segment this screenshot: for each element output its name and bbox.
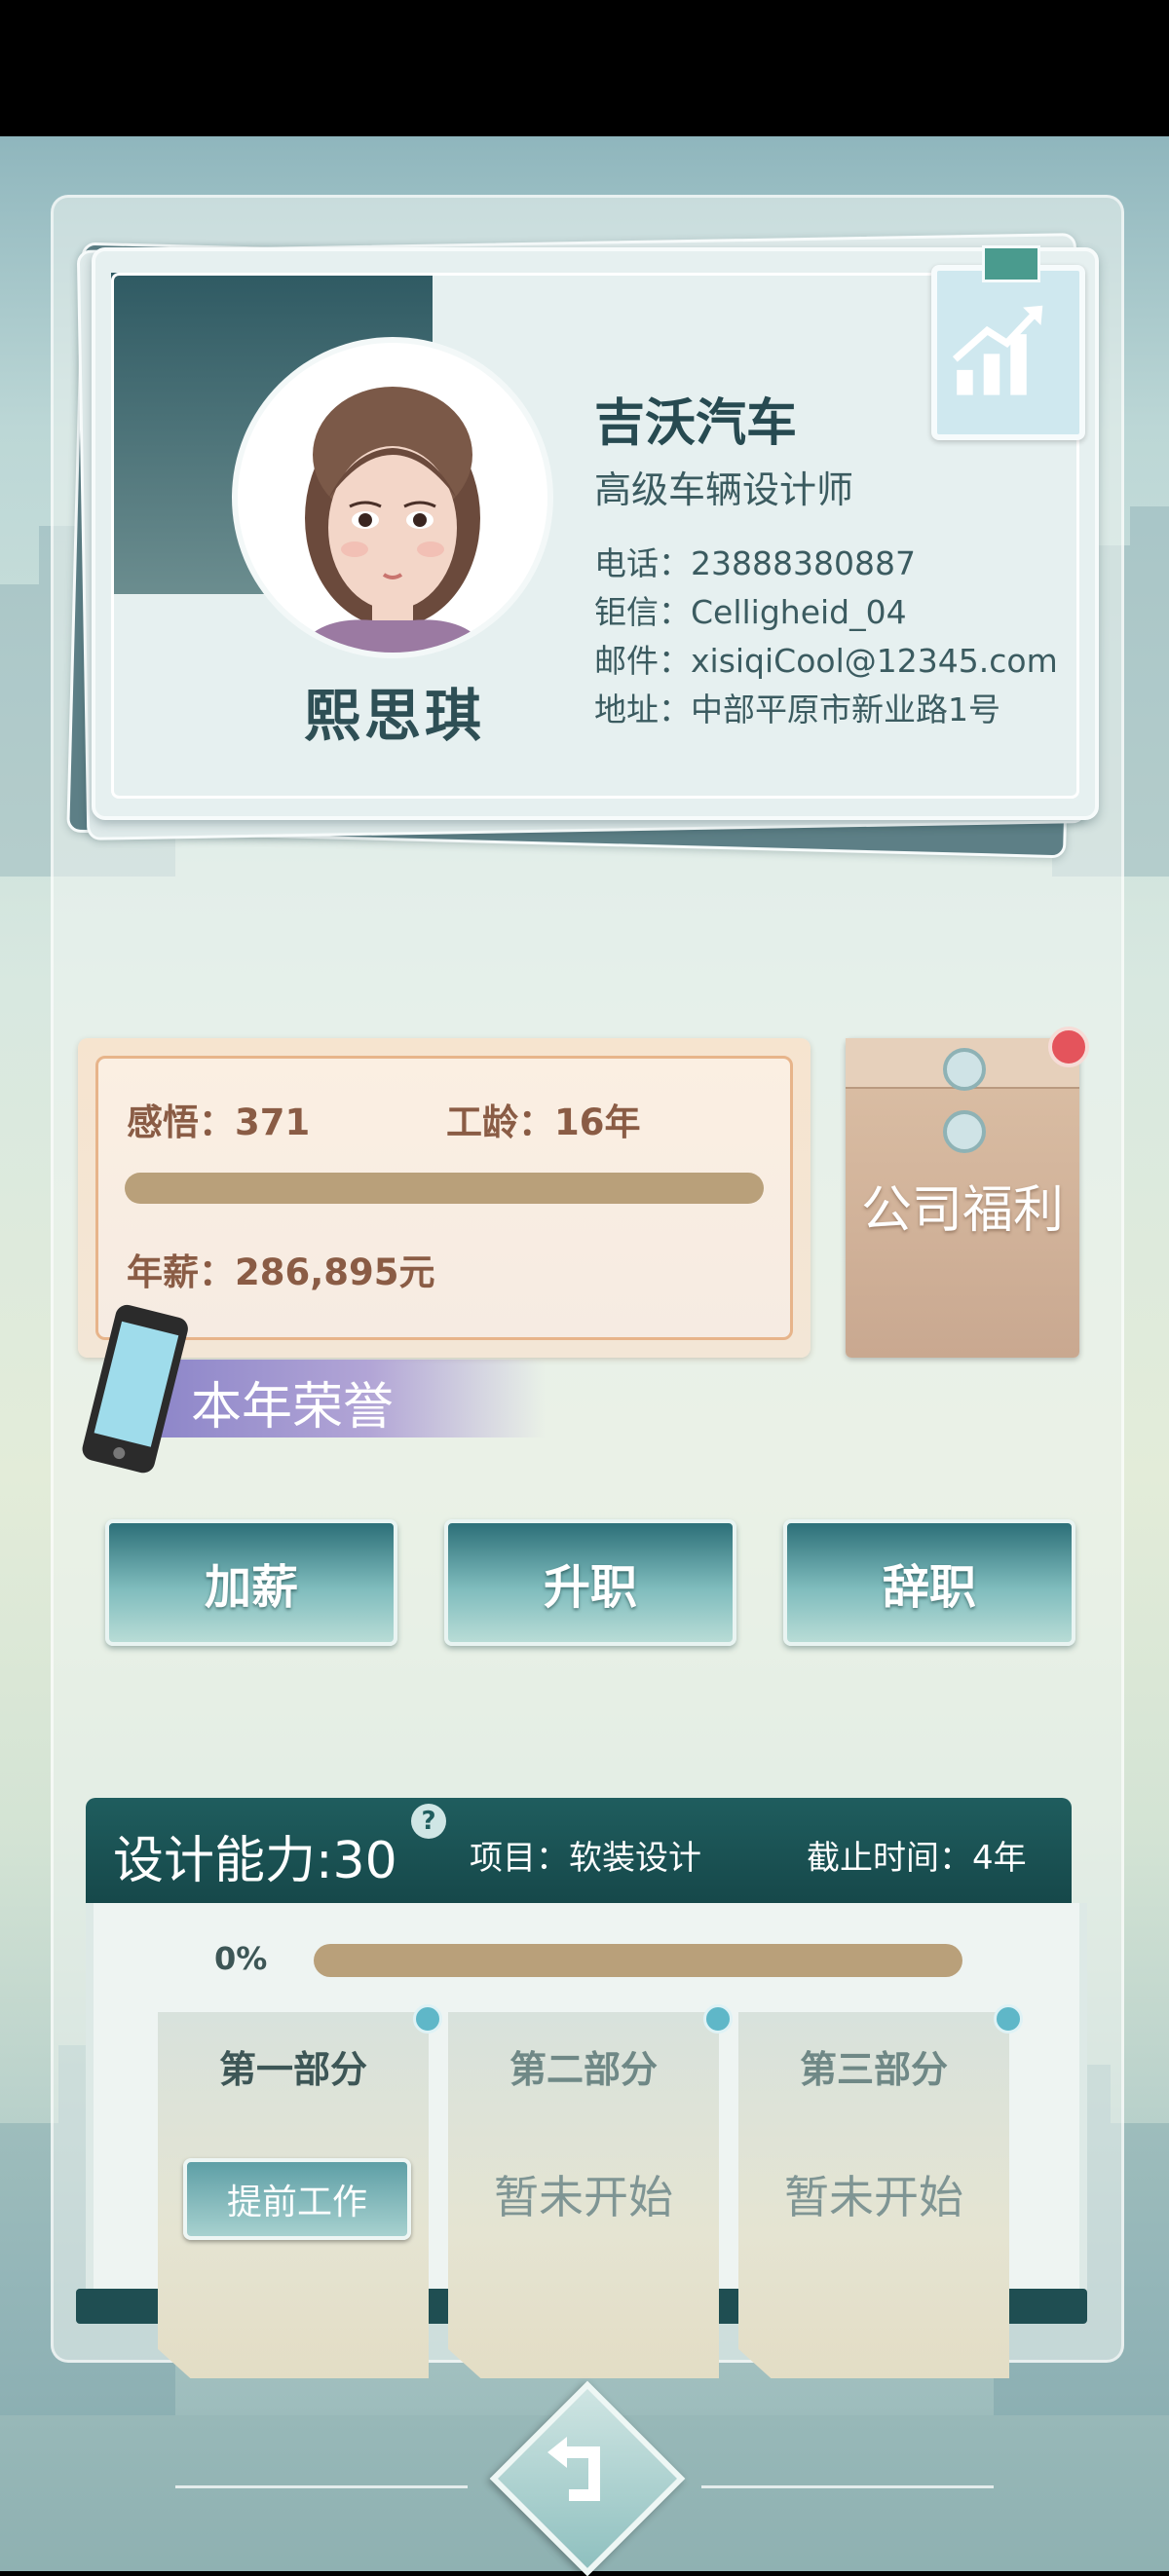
honor-label[interactable]: 本年荣誉 — [191, 1365, 394, 1438]
phone-line: 电话：23888380887 — [594, 544, 916, 582]
insight-stat: 感悟：371 — [127, 1101, 311, 1143]
job-title: 高级车辆设计师 — [594, 468, 854, 511]
help-icon[interactable]: ? — [411, 1804, 446, 1839]
stats-bar — [125, 1173, 764, 1204]
phone-icon[interactable] — [76, 1299, 193, 1484]
part-three-status: 暂未开始 — [784, 2171, 963, 2223]
part-two-status: 暂未开始 — [494, 2171, 673, 2223]
design-ability-label: 设计能力:30 — [113, 1832, 397, 1890]
address-line: 地址：中部平原市新业路1号 — [594, 691, 1000, 728]
character-avatar — [238, 343, 547, 653]
seniority-stat: 工龄：16年 — [446, 1101, 641, 1143]
progress-percent: 0% — [214, 1940, 268, 1977]
chat-id-line: 钜信：Celligheid_04 — [594, 593, 907, 631]
part-one-title: 第一部分 — [218, 2048, 367, 2091]
progress-bar — [314, 1944, 962, 1977]
deadline-label: 截止时间：4年 — [807, 1839, 1027, 1878]
salary-stat: 年薪：286,895元 — [127, 1251, 435, 1293]
part-two-title: 第二部分 — [509, 2048, 658, 2091]
decor-line-left — [175, 2485, 468, 2488]
part-three-title: 第三部分 — [799, 2048, 948, 2091]
pin-icon — [703, 2004, 733, 2034]
project-name: 项目：软装设计 — [470, 1839, 701, 1878]
raise-salary-button[interactable]: 加薪 — [105, 1519, 397, 1646]
character-name: 熙思琪 — [303, 683, 485, 749]
work-early-button[interactable]: 提前工作 — [183, 2158, 411, 2240]
pin-icon — [413, 2004, 442, 2034]
return-arrow-icon[interactable] — [518, 2409, 645, 2536]
pin-icon — [994, 2004, 1023, 2034]
welfare-label[interactable]: 公司福利 — [846, 1169, 1079, 1242]
resign-button[interactable]: 辞职 — [783, 1519, 1075, 1646]
growth-chart-clipboard-icon[interactable] — [931, 245, 1085, 440]
promote-button[interactable]: 升职 — [444, 1519, 736, 1646]
email-line: 邮件：xisiqiCool@12345.com — [594, 642, 1058, 680]
notification-badge — [1048, 1027, 1089, 1067]
company-name: 吉沃汽车 — [594, 394, 798, 453]
decor-line-right — [701, 2485, 994, 2488]
